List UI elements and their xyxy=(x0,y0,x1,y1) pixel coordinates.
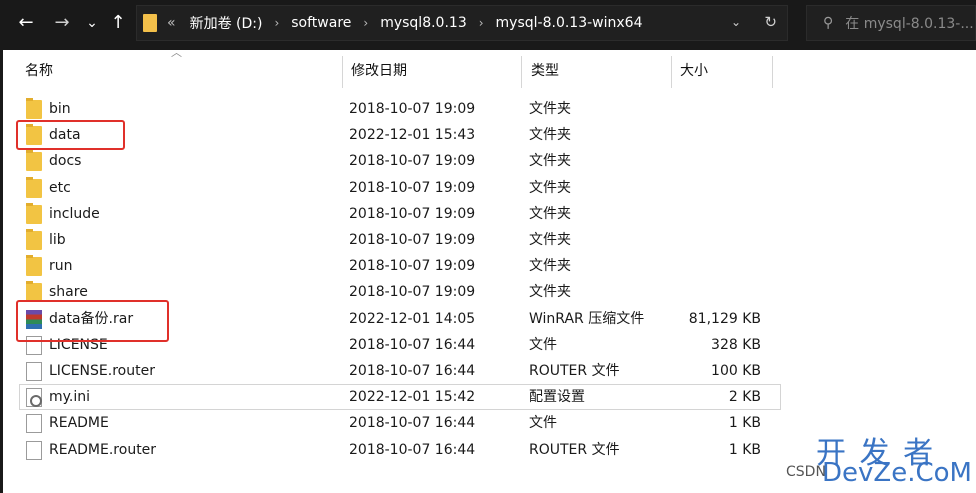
file-size: 328 KB xyxy=(711,336,761,353)
address-dropdown-chevron-icon[interactable]: ⌄ xyxy=(731,15,741,29)
file-modified-date: 2018-10-07 19:09 xyxy=(349,153,476,170)
folder-icon xyxy=(143,14,157,32)
file-type: WinRAR 压缩文件 xyxy=(529,310,645,327)
file-type: 文件夹 xyxy=(529,101,571,117)
file-modified-date: 2018-10-07 19:09 xyxy=(349,232,476,248)
file-name: docs xyxy=(49,153,82,170)
file-type: 文件 xyxy=(529,336,557,353)
file-type: 文件夹 xyxy=(529,153,571,170)
breadcrumb-mysql8[interactable]: mysql8.0.13 xyxy=(380,15,467,31)
file-row[interactable]: etc 2018-10-07 19:09 文件夹 xyxy=(3,175,976,201)
column-divider[interactable] xyxy=(521,56,522,88)
up-arrow-icon[interactable]: ↑ xyxy=(106,9,130,37)
file-size: 81,129 KB xyxy=(688,310,761,327)
file-modified-date: 2018-10-07 16:44 xyxy=(349,415,476,432)
file-modified-date: 2018-10-07 19:09 xyxy=(349,284,476,301)
file-size: 1 KB xyxy=(728,441,761,458)
column-header-date[interactable]: 修改日期 xyxy=(343,50,521,90)
file-name: README xyxy=(49,415,109,432)
breadcrumb-mysql-winx64[interactable]: mysql-8.0.13-winx64 xyxy=(496,15,643,31)
file-type: 文件夹 xyxy=(529,127,571,144)
file-size: 100 KB xyxy=(711,363,761,379)
file-modified-date: 2018-10-07 16:44 xyxy=(349,336,476,353)
refresh-icon[interactable]: ↻ xyxy=(764,13,777,31)
file-modified-date: 2018-10-07 19:09 xyxy=(349,258,476,275)
column-header-row: ︿ 名称 修改日期 类型 大小 xyxy=(3,46,976,90)
search-box[interactable]: ⚲ 在 mysql-8.0.13-... xyxy=(806,5,976,41)
watermark-domain: DevZe.CoM xyxy=(822,458,972,488)
file-row[interactable]: my.ini 2022-12-01 15:42 配置设置 2 KB xyxy=(3,384,976,410)
file-type: ROUTER 文件 xyxy=(529,363,620,379)
explorer-window: ← → ⌄ ↑ « 新加卷 (D:) › software › mysql8.0… xyxy=(0,0,976,493)
file-modified-date: 2018-10-07 16:44 xyxy=(349,441,476,458)
forward-arrow-icon[interactable]: → xyxy=(50,9,74,37)
column-divider[interactable] xyxy=(772,56,773,88)
file-type: 文件夹 xyxy=(529,258,571,275)
file-name: etc xyxy=(49,179,71,196)
folder-icon xyxy=(26,176,42,198)
file-modified-date: 2018-10-07 16:44 xyxy=(349,363,476,379)
file-name: run xyxy=(49,258,73,275)
folder-icon xyxy=(26,255,42,277)
file-type: 配置设置 xyxy=(529,389,585,406)
search-icon: ⚲ xyxy=(823,15,834,31)
file-name: README.router xyxy=(49,441,157,458)
file-modified-date: 2022-12-01 14:05 xyxy=(349,310,476,327)
highlight-box-data-folder xyxy=(16,120,125,150)
file-icon xyxy=(26,440,42,460)
file-name: bin xyxy=(49,101,71,117)
highlight-box-data-backup xyxy=(16,300,169,342)
breadcrumb-drive[interactable]: 新加卷 (D:) xyxy=(190,13,263,33)
breadcrumb-separator[interactable]: › xyxy=(274,16,279,30)
file-type: 文件夹 xyxy=(529,284,571,301)
file-name: my.ini xyxy=(49,389,91,406)
column-header-type[interactable]: 类型 xyxy=(523,50,671,90)
watermark-prefix: CSDN xyxy=(786,464,826,480)
folder-icon xyxy=(26,98,42,119)
file-type: 文件夹 xyxy=(529,205,571,222)
file-row[interactable]: include 2018-10-07 19:09 文件夹 xyxy=(3,201,976,227)
breadcrumb-separator[interactable]: › xyxy=(479,16,484,30)
back-arrow-icon[interactable]: ← xyxy=(14,9,38,37)
file-row[interactable]: docs 2018-10-07 19:09 文件夹 xyxy=(3,148,976,174)
file-type: 文件夹 xyxy=(529,232,571,248)
folder-icon xyxy=(26,202,42,224)
column-header-size[interactable]: 大小 xyxy=(672,50,772,90)
breadcrumb-separator[interactable]: › xyxy=(363,16,368,30)
watermark: 开 发 者 CSDN DevZe.CoM xyxy=(786,418,976,493)
file-modified-date: 2022-12-01 15:43 xyxy=(349,127,476,144)
breadcrumb-software[interactable]: software xyxy=(291,15,351,31)
file-modified-date: 2018-10-07 19:09 xyxy=(349,205,476,222)
file-row[interactable]: run 2018-10-07 19:09 文件夹 xyxy=(3,253,976,279)
file-icon xyxy=(26,362,42,381)
file-size: 1 KB xyxy=(728,415,761,432)
recent-locations-chevron-icon[interactable]: ⌄ xyxy=(84,9,100,37)
address-bar[interactable]: « 新加卷 (D:) › software › mysql8.0.13 › my… xyxy=(136,5,788,41)
file-icon xyxy=(26,414,42,434)
history-separator[interactable]: « xyxy=(167,15,176,31)
settings-file-icon xyxy=(26,388,42,408)
file-row[interactable]: LICENSE.router 2018-10-07 16:44 ROUTER 文件 1… xyxy=(3,358,976,384)
file-name: include xyxy=(49,205,100,222)
file-type: 文件夹 xyxy=(529,179,571,196)
file-name: lib xyxy=(49,232,66,248)
file-modified-date: 2018-10-07 19:09 xyxy=(349,101,476,117)
file-name: LICENSE.router xyxy=(49,363,155,379)
file-row[interactable]: data 2022-12-01 15:43 文件夹 xyxy=(3,122,976,148)
folder-icon xyxy=(26,229,42,250)
file-type: ROUTER 文件 xyxy=(529,441,620,458)
search-placeholder[interactable]: 在 mysql-8.0.13-... xyxy=(845,13,973,33)
file-row[interactable]: bin 2018-10-07 19:09 文件夹 xyxy=(3,96,976,122)
navigation-bar: ← → ⌄ ↑ « 新加卷 (D:) › software › mysql8.0… xyxy=(0,0,976,46)
column-header-name[interactable]: 名称 xyxy=(17,50,342,90)
file-row[interactable]: lib 2018-10-07 19:09 文件夹 xyxy=(3,227,976,253)
file-modified-date: 2022-12-01 15:42 xyxy=(349,389,476,406)
file-modified-date: 2018-10-07 19:09 xyxy=(349,179,476,196)
folder-icon xyxy=(26,150,42,172)
file-size: 2 KB xyxy=(728,389,761,406)
file-type: 文件 xyxy=(529,415,557,432)
